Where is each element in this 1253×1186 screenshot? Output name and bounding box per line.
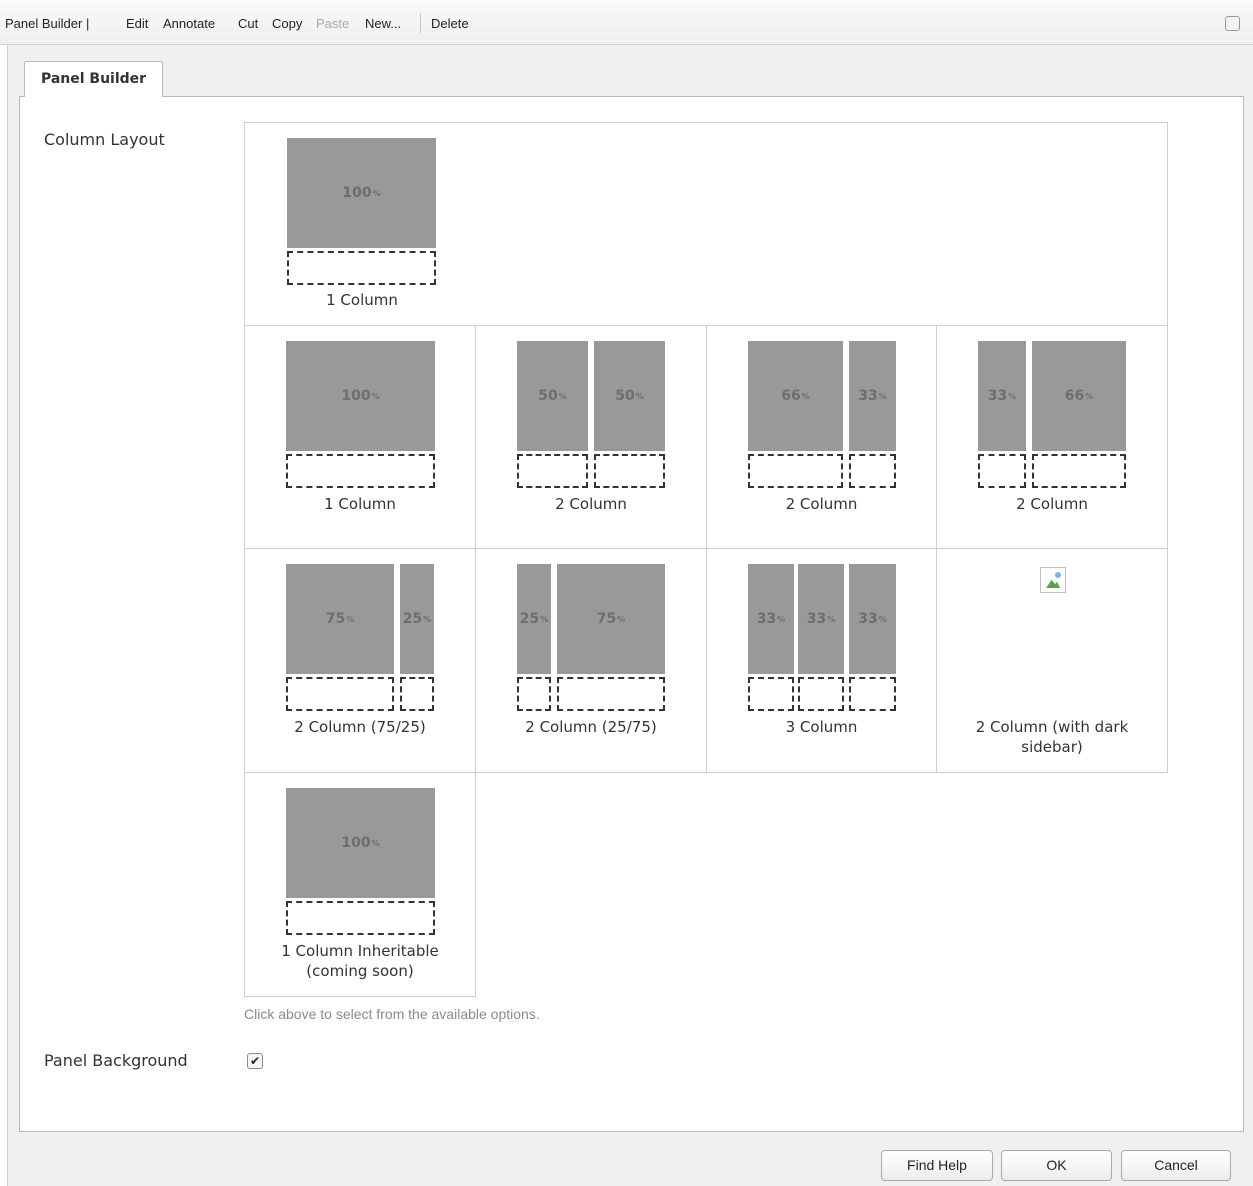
toolbar-divider — [420, 13, 421, 33]
layout-option-3-column[interactable]: 33% 33% 33% 3 Column — [706, 548, 937, 773]
toolbar-new[interactable]: New... — [365, 16, 401, 32]
layout-label: 1 Column — [326, 291, 398, 309]
column-placeholder — [748, 454, 843, 488]
column-block: 66% — [1032, 341, 1126, 451]
column-layout-grid: 100% 1 Column 100% 1 Column 50% 50% 2 Co… — [244, 122, 1168, 997]
column-block: 50% — [594, 341, 665, 451]
layout-option-1-column-default[interactable]: 100% 1 Column — [244, 122, 1168, 326]
column-placeholder — [978, 454, 1026, 488]
column-block: 50% — [517, 341, 588, 451]
ok-button[interactable]: OK — [1001, 1150, 1112, 1181]
column-block: 75% — [557, 564, 665, 674]
column-block: 100% — [287, 138, 436, 248]
layout-option-2-column-50-50[interactable]: 50% 50% 2 Column — [475, 325, 707, 549]
column-placeholder — [286, 454, 435, 488]
layout-label: 1 Column — [324, 495, 396, 513]
column-block: 33% — [978, 341, 1026, 451]
column-block: 33% — [798, 564, 844, 674]
toolbar-delete[interactable]: Delete — [431, 16, 469, 32]
layout-option-2-column-33-66[interactable]: 33% 66% 2 Column — [936, 325, 1168, 549]
column-block: 33% — [849, 564, 896, 674]
column-block: 25% — [400, 564, 434, 674]
layout-label: 2 Column (25/75) — [525, 718, 657, 736]
toolbar-edit[interactable]: Edit — [126, 16, 148, 32]
layout-hint-text: Click above to select from the available… — [244, 1006, 540, 1022]
broken-image-icon — [1040, 567, 1066, 593]
toolbar-copy[interactable]: Copy — [272, 16, 302, 32]
column-block: 66% — [748, 341, 843, 451]
column-placeholder — [286, 677, 394, 711]
toolbar-cut[interactable]: Cut — [238, 16, 258, 32]
panel-background-checkbox[interactable]: ✔ — [247, 1053, 263, 1069]
column-placeholder — [517, 454, 588, 488]
toolbar-item-panel-builder[interactable]: Panel Builder | — [5, 16, 89, 32]
layout-label: 1 Column Inheritable (coming soon) — [281, 942, 439, 980]
column-placeholder — [748, 677, 794, 711]
column-placeholder — [557, 677, 665, 711]
column-placeholder — [849, 454, 896, 488]
column-placeholder — [517, 677, 551, 711]
column-block: 100% — [286, 788, 435, 898]
find-help-button[interactable]: Find Help — [881, 1150, 993, 1181]
column-placeholder — [286, 901, 435, 935]
layout-option-2-column-66-33[interactable]: 66% 33% 2 Column — [706, 325, 937, 549]
layout-label: 2 Column (75/25) — [294, 718, 426, 736]
toolbar-annotate[interactable]: Annotate — [163, 16, 215, 32]
tab-panel-builder[interactable]: Panel Builder — [24, 61, 163, 97]
layout-option-1-column-inheritable[interactable]: 100% 1 Column Inheritable (coming soon) — [244, 772, 476, 997]
column-block: 33% — [748, 564, 794, 674]
top-toolbar: Panel Builder | Edit Annotate Cut Copy P… — [0, 0, 1253, 45]
layout-label: 2 Column (with dark sidebar) — [975, 718, 1129, 756]
column-block: 25% — [517, 564, 551, 674]
column-block: 33% — [849, 341, 896, 451]
panel-background-label: Panel Background — [44, 1051, 188, 1070]
column-block: 75% — [286, 564, 394, 674]
layout-label: 2 Column — [555, 495, 627, 513]
column-placeholder — [798, 677, 844, 711]
toolbar-toggle-checkbox[interactable] — [1225, 16, 1240, 31]
layout-option-1-column[interactable]: 100% 1 Column — [244, 325, 476, 549]
toolbar-paste: Paste — [316, 16, 350, 31]
layout-label: 2 Column — [785, 495, 858, 513]
column-placeholder — [849, 677, 896, 711]
column-placeholder — [1032, 454, 1126, 488]
layout-option-2-column-75-25[interactable]: 75% 25% 2 Column (75/25) — [244, 548, 476, 773]
layout-option-2-column-dark-sidebar[interactable]: 2 Column (with dark sidebar) — [936, 548, 1168, 773]
cancel-button[interactable]: Cancel — [1121, 1150, 1231, 1181]
column-placeholder — [400, 677, 434, 711]
layout-label: 3 Column — [785, 718, 858, 736]
column-placeholder — [594, 454, 665, 488]
column-layout-label: Column Layout — [44, 130, 165, 149]
column-block: 100% — [286, 341, 435, 451]
layout-label: 2 Column — [1016, 495, 1088, 513]
layout-option-2-column-25-75[interactable]: 25% 75% 2 Column (25/75) — [475, 548, 707, 773]
column-placeholder — [287, 251, 436, 285]
